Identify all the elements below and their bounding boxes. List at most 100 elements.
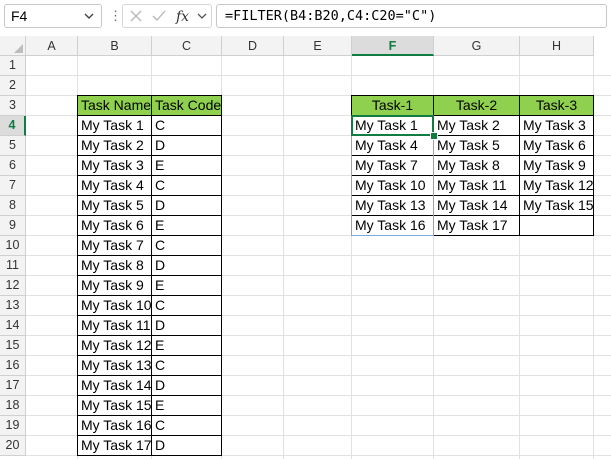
filter-result-cell[interactable]: My Task 8 bbox=[433, 155, 520, 176]
row-header-9[interactable]: 9 bbox=[0, 216, 26, 236]
task-name-cell[interactable]: My Task 14 bbox=[77, 375, 152, 396]
task-name-cell[interactable]: My Task 12 bbox=[77, 335, 152, 356]
right-table-header-task-2[interactable]: Task-2 bbox=[433, 95, 520, 116]
row-header-19[interactable]: 19 bbox=[0, 416, 26, 436]
filter-result-cell[interactable]: My Task 14 bbox=[433, 195, 520, 216]
row-header-6[interactable]: 6 bbox=[0, 156, 26, 176]
fill-handle[interactable] bbox=[430, 132, 438, 140]
name-box[interactable]: F4 bbox=[4, 4, 102, 28]
row-header-17[interactable]: 17 bbox=[0, 376, 26, 396]
select-all-corner[interactable] bbox=[0, 36, 26, 56]
task-name-cell[interactable]: My Task 1 bbox=[77, 115, 152, 136]
column-header-b[interactable]: B bbox=[78, 36, 152, 56]
task-code-cell[interactable]: E bbox=[151, 215, 222, 236]
task-code-cell[interactable]: D bbox=[151, 435, 222, 456]
row-header-16[interactable]: 16 bbox=[0, 356, 26, 376]
filter-result-cell[interactable]: My Task 17 bbox=[433, 215, 520, 236]
function-icon[interactable]: fx bbox=[175, 8, 195, 24]
task-name-cell[interactable]: My Task 15 bbox=[77, 395, 152, 416]
filter-result-cell[interactable]: My Task 2 bbox=[433, 115, 520, 136]
enter-check-icon[interactable] bbox=[151, 8, 167, 24]
task-name-cell[interactable]: My Task 7 bbox=[77, 235, 152, 256]
column-header-f[interactable]: F bbox=[352, 36, 434, 56]
task-name-cell[interactable]: My Task 10 bbox=[77, 295, 152, 316]
row-header-3[interactable]: 3 bbox=[0, 96, 26, 116]
filter-result-cell[interactable]: My Task 3 bbox=[519, 115, 594, 136]
row-header-10[interactable]: 10 bbox=[0, 236, 26, 256]
more-options-icon[interactable]: ⋮ bbox=[109, 9, 122, 23]
row-header-12[interactable]: 12 bbox=[0, 276, 26, 296]
name-box-value[interactable]: F4 bbox=[11, 8, 27, 24]
row-header-2[interactable]: 2 bbox=[0, 76, 26, 96]
task-code-cell[interactable]: E bbox=[151, 275, 222, 296]
right-table-header-task-1[interactable]: Task-1 bbox=[351, 95, 434, 116]
filter-result-cell[interactable]: My Task 12 bbox=[519, 175, 594, 196]
task-name-cell[interactable]: My Task 6 bbox=[77, 215, 152, 236]
filter-result-cell[interactable]: My Task 15 bbox=[519, 195, 594, 216]
row-header-5[interactable]: 5 bbox=[0, 136, 26, 156]
column-header-g[interactable]: G bbox=[434, 36, 520, 56]
task-code-cell[interactable]: E bbox=[151, 335, 222, 356]
task-code-cell[interactable]: C bbox=[151, 235, 222, 256]
column-header-d[interactable]: D bbox=[222, 36, 284, 56]
filter-result-cell[interactable]: My Task 11 bbox=[433, 175, 520, 196]
task-name-cell[interactable]: My Task 11 bbox=[77, 315, 152, 336]
row-header-4[interactable]: 4 bbox=[0, 116, 26, 136]
column-header-a[interactable]: A bbox=[26, 36, 78, 56]
row-header-20[interactable]: 20 bbox=[0, 436, 26, 456]
filter-result-cell[interactable]: My Task 1 bbox=[351, 115, 434, 136]
task-code-cell[interactable]: C bbox=[151, 415, 222, 436]
row-header-13[interactable]: 13 bbox=[0, 296, 26, 316]
column-header-c[interactable]: C bbox=[152, 36, 222, 56]
filter-result-cell[interactable]: My Task 4 bbox=[351, 135, 434, 156]
task-code-cell[interactable]: E bbox=[151, 395, 222, 416]
task-name-cell[interactable]: My Task 13 bbox=[77, 355, 152, 376]
right-table-header-task-3[interactable]: Task-3 bbox=[519, 95, 594, 116]
task-code-cell[interactable]: D bbox=[151, 135, 222, 156]
task-code-cell[interactable]: C bbox=[151, 115, 222, 136]
filter-result-cell[interactable]: My Task 10 bbox=[351, 175, 434, 196]
chevron-down-icon[interactable] bbox=[196, 8, 208, 24]
task-code-cell[interactable]: D bbox=[151, 315, 222, 336]
chevron-down-icon[interactable] bbox=[82, 9, 96, 23]
left-table-header-task-name[interactable]: Task Name bbox=[77, 95, 152, 116]
task-name-cell[interactable]: My Task 8 bbox=[77, 255, 152, 276]
filter-result-cell[interactable]: My Task 16 bbox=[351, 215, 434, 236]
left-table-header-task-code[interactable]: Task Code bbox=[151, 95, 222, 116]
row-header-1[interactable]: 1 bbox=[0, 56, 26, 76]
filter-result-cell[interactable]: My Task 9 bbox=[519, 155, 594, 176]
column-header-e[interactable]: E bbox=[284, 36, 352, 56]
filter-result-cell[interactable]: My Task 13 bbox=[351, 195, 434, 216]
row-header-18[interactable]: 18 bbox=[0, 396, 26, 416]
row-header-14[interactable]: 14 bbox=[0, 316, 26, 336]
formula-bar-icons: fx bbox=[122, 4, 212, 28]
row-header-11[interactable]: 11 bbox=[0, 256, 26, 276]
filter-result-cell[interactable]: My Task 6 bbox=[519, 135, 594, 156]
task-code-cell[interactable]: D bbox=[151, 195, 222, 216]
task-name-cell[interactable]: My Task 2 bbox=[77, 135, 152, 156]
task-name-cell[interactable]: My Task 4 bbox=[77, 175, 152, 196]
task-name-cell[interactable]: My Task 9 bbox=[77, 275, 152, 296]
filter-result-cell[interactable]: My Task 5 bbox=[433, 135, 520, 156]
task-code-cell[interactable]: C bbox=[151, 355, 222, 376]
formula-input[interactable]: =FILTER(B4:B20,C4:C20="C") bbox=[216, 4, 607, 28]
row-header-15[interactable]: 15 bbox=[0, 336, 26, 356]
spreadsheet-grid: A B C D E F G H 1 2 3 4 5 6 7 8 9 10 11 12 13 14 15 16 17 18 19 20 T… bbox=[0, 36, 611, 459]
task-code-cell[interactable]: E bbox=[151, 155, 222, 176]
row-header-7[interactable]: 7 bbox=[0, 176, 26, 196]
filter-result-cell[interactable]: My Task 7 bbox=[351, 155, 434, 176]
task-code-cell[interactable]: D bbox=[151, 375, 222, 396]
filter-result-cell[interactable] bbox=[519, 215, 594, 236]
task-name-cell[interactable]: My Task 16 bbox=[77, 415, 152, 436]
task-name-cell[interactable]: My Task 3 bbox=[77, 155, 152, 176]
task-name-cell[interactable]: My Task 17 bbox=[77, 435, 152, 456]
formula-text[interactable]: =FILTER(B4:B20,C4:C20="C") bbox=[225, 8, 436, 24]
task-code-cell[interactable]: C bbox=[151, 295, 222, 316]
task-code-cell[interactable]: C bbox=[151, 175, 222, 196]
svg-text:fx: fx bbox=[175, 9, 189, 24]
column-header-h[interactable]: H bbox=[520, 36, 594, 56]
row-header-8[interactable]: 8 bbox=[0, 196, 26, 216]
cancel-icon[interactable] bbox=[128, 8, 144, 24]
task-code-cell[interactable]: D bbox=[151, 255, 222, 276]
task-name-cell[interactable]: My Task 5 bbox=[77, 195, 152, 216]
